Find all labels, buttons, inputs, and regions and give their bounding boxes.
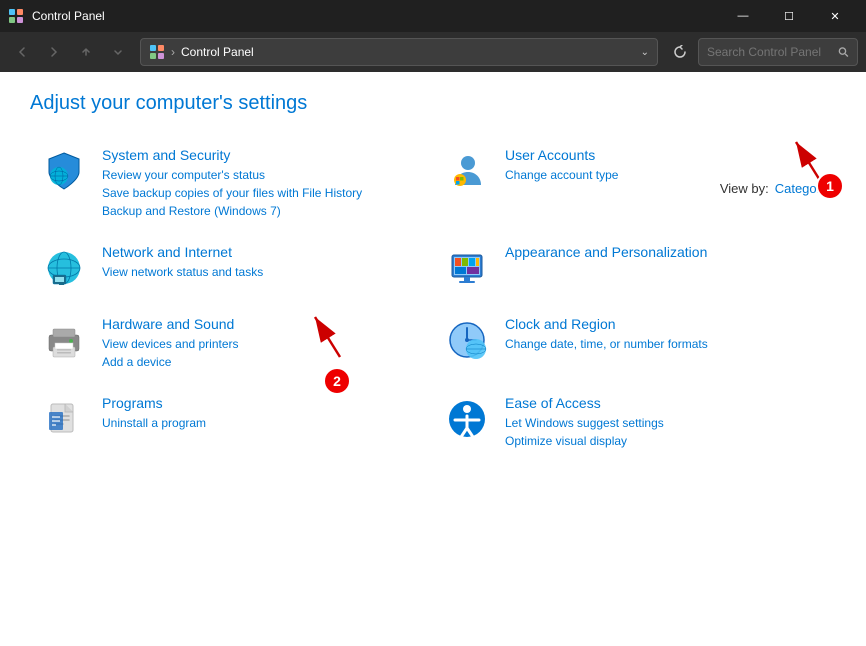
- app-icon: [8, 8, 24, 24]
- ease-of-access-link-2[interactable]: Optimize visual display: [505, 432, 826, 450]
- annotation-circle-1: 1: [816, 172, 844, 200]
- categories-grid: System and Security Review your computer…: [30, 139, 836, 466]
- search-input[interactable]: [707, 45, 834, 59]
- recent-button[interactable]: [104, 38, 132, 66]
- appearance-title[interactable]: Appearance and Personalization: [505, 244, 826, 260]
- system-security-link-3[interactable]: Backup and Restore (Windows 7): [102, 202, 423, 220]
- view-by-label: View by:: [720, 181, 769, 196]
- page-title: Adjust your computer's settings: [30, 92, 836, 115]
- system-security-title[interactable]: System and Security: [102, 147, 423, 163]
- window-controls: — ☐ ✕: [720, 0, 858, 32]
- up-button[interactable]: [72, 38, 100, 66]
- minimize-button[interactable]: —: [720, 0, 766, 32]
- network-internet-icon: [40, 244, 88, 292]
- hardware-sound-icon: [40, 316, 88, 364]
- category-system-security: System and Security Review your computer…: [30, 139, 433, 228]
- title-bar: Control Panel — ☐ ✕: [0, 0, 866, 32]
- programs-title[interactable]: Programs: [102, 395, 423, 411]
- annotation-arrow-2: [310, 302, 390, 372]
- appearance-icon: [443, 244, 491, 292]
- user-accounts-icon: [443, 147, 491, 195]
- category-appearance: Appearance and Personalization: [433, 236, 836, 300]
- ease-of-access-title[interactable]: Ease of Access: [505, 395, 826, 411]
- search-box[interactable]: [698, 38, 858, 66]
- nav-bar: › Control Panel ⌄: [0, 32, 866, 72]
- window: Control Panel — ☐ ✕: [0, 0, 866, 646]
- programs-link-1[interactable]: Uninstall a program: [102, 414, 423, 432]
- clock-region-title[interactable]: Clock and Region: [505, 316, 826, 332]
- ease-of-access-content: Ease of Access Let Windows suggest setti…: [505, 395, 826, 450]
- annotation-circle-2: 2: [323, 367, 351, 395]
- address-bar[interactable]: › Control Panel ⌄: [140, 38, 658, 66]
- refresh-button[interactable]: [666, 38, 694, 66]
- ease-of-access-link-1[interactable]: Let Windows suggest settings: [505, 414, 826, 432]
- window-title: Control Panel: [32, 9, 720, 23]
- ease-of-access-icon: [443, 395, 491, 443]
- system-security-icon: [40, 147, 88, 195]
- category-ease-of-access: Ease of Access Let Windows suggest setti…: [433, 387, 836, 458]
- network-internet-content: Network and Internet View network status…: [102, 244, 423, 281]
- system-security-link-1[interactable]: Review your computer's status: [102, 166, 423, 184]
- forward-button[interactable]: [40, 38, 68, 66]
- category-clock-region: Clock and Region Change date, time, or n…: [433, 308, 836, 379]
- category-programs: Programs Uninstall a program: [30, 387, 433, 458]
- clock-region-icon: [443, 316, 491, 364]
- network-internet-link-1[interactable]: View network status and tasks: [102, 263, 423, 281]
- address-path: Control Panel: [181, 45, 254, 59]
- system-security-content: System and Security Review your computer…: [102, 147, 423, 220]
- address-dropdown-icon[interactable]: ⌄: [641, 47, 649, 58]
- clock-region-content: Clock and Region Change date, time, or n…: [505, 316, 826, 353]
- clock-region-link-1[interactable]: Change date, time, or number formats: [505, 335, 826, 353]
- network-internet-title[interactable]: Network and Internet: [102, 244, 423, 260]
- main-content: Adjust your computer's settings View by:…: [0, 72, 866, 646]
- appearance-content: Appearance and Personalization: [505, 244, 826, 263]
- programs-icon: [40, 395, 88, 443]
- back-button[interactable]: [8, 38, 36, 66]
- category-network-internet: Network and Internet View network status…: [30, 236, 433, 300]
- close-button[interactable]: ✕: [812, 0, 858, 32]
- programs-content: Programs Uninstall a program: [102, 395, 423, 432]
- system-security-link-2[interactable]: Save backup copies of your files with Fi…: [102, 184, 423, 202]
- maximize-button[interactable]: ☐: [766, 0, 812, 32]
